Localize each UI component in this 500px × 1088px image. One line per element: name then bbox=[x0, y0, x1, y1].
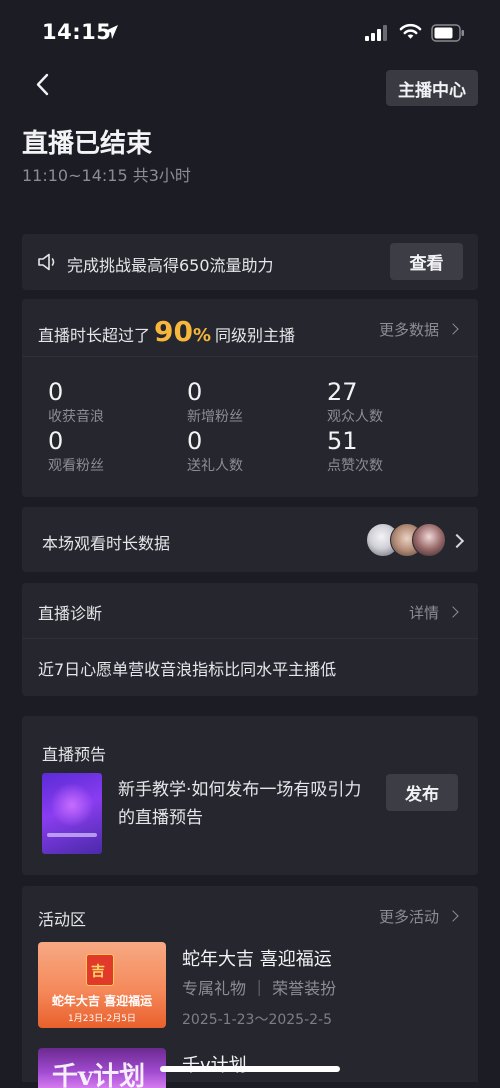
stat-value: 0 bbox=[187, 427, 203, 455]
thumbnail-caption-bar bbox=[47, 833, 97, 837]
chevron-right-icon bbox=[447, 606, 459, 618]
thumbnail-glow bbox=[50, 783, 94, 827]
stat-label: 送礼人数 bbox=[187, 458, 243, 474]
banner-character: 吉 bbox=[91, 964, 105, 980]
activity-item-title[interactable]: 千v计划 bbox=[182, 1051, 247, 1077]
stat-value: 51 bbox=[327, 427, 358, 455]
activity-item-date: 2025-1-23～2025-2-5 bbox=[182, 1012, 333, 1028]
stat-likes: 51 点赞次数 bbox=[327, 428, 383, 475]
activity-item-title[interactable]: 蛇年大吉 喜迎福运 bbox=[182, 945, 332, 971]
viewer-avatars bbox=[366, 523, 446, 557]
percent-value: 90 bbox=[154, 315, 193, 348]
preview-title: 直播预告 bbox=[42, 745, 107, 764]
diagnosis-title: 直播诊断 bbox=[38, 604, 103, 623]
divider bbox=[22, 356, 478, 357]
stat-viewers: 27 观众人数 bbox=[327, 379, 383, 426]
percent-sign: % bbox=[192, 325, 212, 346]
red-envelope-icon: 吉 bbox=[86, 954, 114, 986]
stat-value: 0 bbox=[48, 378, 64, 406]
page-title: 直播已结束 bbox=[22, 129, 153, 159]
view-challenge-button[interactable]: 查看 bbox=[390, 243, 463, 280]
more-data-label: 更多数据 bbox=[379, 321, 440, 339]
stat-label: 收获音浪 bbox=[48, 409, 104, 425]
activity-title: 活动区 bbox=[38, 910, 87, 929]
cellular-signal-icon bbox=[365, 25, 387, 41]
more-activities-label: 更多活动 bbox=[379, 908, 440, 926]
home-indicator[interactable] bbox=[160, 1066, 340, 1072]
live-time-range: 11:10~14:15 共3小时 bbox=[22, 166, 191, 185]
battery-icon bbox=[431, 24, 464, 42]
diagnosis-card: 直播诊断 详情 近7日心愿单营收音浪指标比同水平主播低 bbox=[22, 583, 478, 696]
stat-sound-waves: 0 收获音浪 bbox=[48, 379, 104, 426]
activity-card: 活动区 更多活动 吉 蛇年大吉 喜迎福运 1月23日-2月5日 蛇年大吉 喜迎福… bbox=[22, 886, 478, 1088]
banner-title: 千v计划 bbox=[52, 1062, 146, 1088]
duration-rank-prefix: 直播时长超过了 bbox=[38, 326, 151, 345]
stat-new-fans: 0 新增粉丝 bbox=[187, 379, 243, 426]
stat-value: 0 bbox=[187, 378, 203, 406]
stat-watching-fans: 0 观看粉丝 bbox=[48, 428, 104, 475]
diagnosis-text: 近7日心愿单营收音浪指标比同水平主播低 bbox=[38, 660, 337, 679]
activity-banner-thousand-v[interactable]: 千v计划 bbox=[38, 1048, 166, 1088]
more-data-link[interactable]: 更多数据 bbox=[379, 319, 459, 340]
host-center-button[interactable]: 主播中心 bbox=[386, 70, 478, 106]
publish-button[interactable]: 发布 bbox=[386, 774, 458, 811]
tutorial-thumbnail[interactable] bbox=[42, 773, 102, 854]
watch-duration-row[interactable]: 本场观看时长数据 bbox=[22, 507, 478, 572]
back-chevron-icon[interactable] bbox=[29, 70, 59, 100]
banner-date: 1月23日-2月5日 bbox=[68, 1014, 136, 1024]
activity-banner-snake-year[interactable]: 吉 蛇年大吉 喜迎福运 1月23日-2月5日 bbox=[38, 942, 166, 1028]
stat-label: 观众人数 bbox=[327, 409, 383, 425]
stat-value: 27 bbox=[327, 378, 358, 406]
avatar bbox=[412, 523, 446, 557]
stat-label: 观看粉丝 bbox=[48, 458, 104, 474]
duration-rank-heading: 直播时长超过了 90% 同级别主播 bbox=[38, 315, 295, 348]
chevron-right-icon bbox=[447, 910, 459, 922]
duration-rank-suffix: 同级别主播 bbox=[215, 326, 296, 345]
location-arrow-icon bbox=[104, 25, 118, 39]
activity-item-subtitle: 专属礼物 ｜ 荣誉装扮 bbox=[182, 979, 337, 998]
watch-duration-label: 本场观看时长数据 bbox=[42, 534, 171, 553]
wifi-icon bbox=[399, 23, 422, 39]
divider bbox=[22, 638, 478, 639]
diagnosis-details-link[interactable]: 详情 bbox=[409, 602, 459, 623]
banner-title: 蛇年大吉 喜迎福运 bbox=[51, 994, 153, 1008]
more-activities-link[interactable]: 更多活动 bbox=[379, 906, 459, 927]
chevron-right-icon bbox=[447, 323, 459, 335]
duration-rank-percent: 90% bbox=[154, 315, 211, 348]
live-stats-card: 直播时长超过了 90% 同级别主播 更多数据 0 收获音浪 0 新增粉丝 27 … bbox=[22, 299, 478, 497]
tutorial-description[interactable]: 新手教学·如何发布一场有吸引力的直播预告 bbox=[118, 776, 368, 832]
chevron-right-icon bbox=[449, 533, 465, 549]
live-preview-card: 直播预告 新手教学·如何发布一场有吸引力的直播预告 发布 bbox=[22, 716, 478, 875]
details-label: 详情 bbox=[409, 604, 440, 622]
challenge-text: 完成挑战最高得650流量助力 bbox=[67, 256, 274, 275]
status-bar: 14:15 bbox=[0, 0, 500, 60]
speaker-icon bbox=[38, 253, 55, 271]
challenge-card: 完成挑战最高得650流量助力 查看 bbox=[22, 234, 478, 290]
stat-label: 新增粉丝 bbox=[187, 409, 243, 425]
stat-value: 0 bbox=[48, 427, 64, 455]
stat-gift-senders: 0 送礼人数 bbox=[187, 428, 243, 475]
stat-label: 点赞次数 bbox=[327, 458, 383, 474]
